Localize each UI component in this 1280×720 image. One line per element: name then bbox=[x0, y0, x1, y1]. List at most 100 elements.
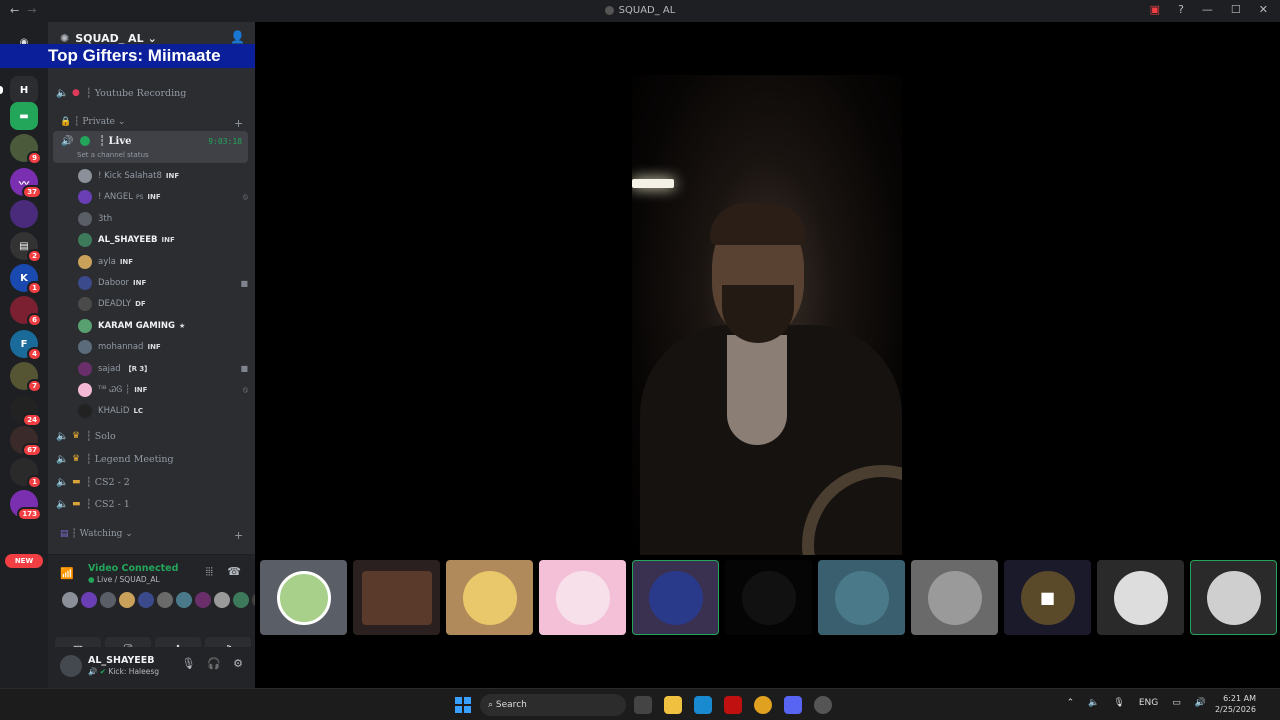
channel-legend-meeting[interactable]: 🔈 ♛ ┆ Legend Meeting bbox=[56, 449, 248, 469]
participant-tile[interactable] bbox=[632, 560, 719, 635]
channel-cs2-2[interactable]: 🔈 ▬ ┆ CS2 - 2 bbox=[56, 472, 248, 492]
widgets-icon[interactable] bbox=[634, 696, 652, 714]
add-user-icon[interactable]: 👤 bbox=[230, 30, 245, 44]
channel-youtube-recording[interactable]: 🔈 ● ┆ Youtube Recording bbox=[56, 83, 248, 103]
avatar[interactable] bbox=[138, 592, 154, 608]
netflix-icon[interactable] bbox=[724, 696, 742, 714]
gear-icon[interactable]: ⚙ bbox=[233, 657, 243, 670]
video-camera-icon: ■ bbox=[1020, 570, 1075, 625]
edge-icon[interactable] bbox=[694, 696, 712, 714]
new-badge[interactable]: NEW bbox=[5, 554, 43, 568]
voice-user[interactable]: 3th bbox=[78, 209, 248, 229]
voice-user[interactable]: KARAM GAMING ★ bbox=[78, 316, 248, 336]
main-video-feed[interactable] bbox=[632, 75, 902, 555]
language-indicator[interactable]: ENG bbox=[1139, 698, 1158, 708]
participant-tile[interactable]: ■ bbox=[1004, 560, 1091, 635]
set-channel-status[interactable]: Set a channel status bbox=[77, 151, 149, 159]
server-item[interactable]: ▤ 2 bbox=[10, 232, 42, 263]
user-name: ᵀᴵᴮ ᏊᎶ ┆ bbox=[98, 385, 131, 395]
avatar[interactable] bbox=[119, 592, 135, 608]
voice-user[interactable]: AL_SHAYEEB INF bbox=[78, 230, 248, 250]
close-button[interactable]: ✕ bbox=[1259, 3, 1268, 16]
server-item[interactable]: 24 bbox=[10, 396, 42, 427]
screen-share-icon[interactable]: ▣ bbox=[1150, 3, 1160, 16]
avatar[interactable] bbox=[176, 592, 192, 608]
voice-user[interactable]: ! Kick Salahat8 INF bbox=[78, 166, 248, 186]
role-tag: INF bbox=[161, 236, 175, 245]
category-watching[interactable]: ▤ ┆ Watching ⌄ + bbox=[60, 529, 243, 542]
taskbar-search[interactable]: ⌕ Search bbox=[480, 694, 626, 716]
microphone-icon[interactable]: 🎙 bbox=[1113, 698, 1124, 708]
soundboard-icon[interactable]: ⦙⦙⦙ bbox=[206, 565, 213, 579]
deafened-icon: ⦸ bbox=[242, 192, 248, 202]
server-item[interactable]: 173 bbox=[10, 490, 42, 521]
voice-user[interactable]: KHALiD LC bbox=[78, 401, 248, 421]
server-item[interactable]: 67 bbox=[10, 426, 42, 457]
participant-tile[interactable] bbox=[818, 560, 905, 635]
role-tag: INF bbox=[119, 257, 134, 266]
channel-cs2-1[interactable]: 🔈 ▬ ┆ CS2 - 1 bbox=[56, 494, 248, 514]
avatar[interactable] bbox=[214, 592, 230, 608]
channel-solo[interactable]: 🔈 ♛ ┆ Solo bbox=[56, 426, 248, 446]
voice-user[interactable]: ayla INF bbox=[78, 252, 248, 272]
chevron-up-icon[interactable]: ⌃ bbox=[1067, 698, 1075, 708]
server-item[interactable]: 1 bbox=[10, 458, 42, 489]
server-item[interactable]: 7 bbox=[10, 362, 42, 393]
volume-icon[interactable]: 🔊 bbox=[1195, 698, 1206, 708]
role-tag: 【R 3】 bbox=[124, 364, 152, 373]
minimize-button[interactable]: — bbox=[1202, 3, 1213, 16]
avatar[interactable] bbox=[195, 592, 211, 608]
voice-user[interactable]: DEADLY DF bbox=[78, 294, 248, 314]
role-tag: DF bbox=[135, 300, 146, 309]
channel-live[interactable]: 🔊 ┆ Live 9:03:18 Set a channel status bbox=[53, 131, 248, 163]
help-icon[interactable]: ? bbox=[1178, 3, 1184, 16]
participant-tile[interactable] bbox=[446, 560, 533, 635]
server-item[interactable]: 6 bbox=[10, 296, 42, 327]
participant-tile[interactable] bbox=[1190, 560, 1277, 635]
server-al[interactable]: H bbox=[0, 76, 38, 104]
voice-channel[interactable]: ● Live / SQUAD_AL bbox=[88, 575, 160, 584]
voice-user[interactable]: sajad 【R 3】 ■ bbox=[78, 359, 248, 379]
avatar[interactable] bbox=[62, 592, 78, 608]
add-channel-icon[interactable]: + bbox=[234, 529, 243, 542]
speaker-icon[interactable]: 🔈 bbox=[1088, 698, 1099, 708]
discord-icon[interactable] bbox=[784, 696, 802, 714]
clock[interactable]: 6:21 AM 2/25/2026 bbox=[1215, 693, 1256, 715]
server-item[interactable]: K1 bbox=[10, 264, 42, 295]
voice-user[interactable]: mohannad INF bbox=[78, 337, 248, 357]
server-item[interactable]: F4 bbox=[10, 330, 42, 361]
server-item[interactable]: 9 bbox=[10, 134, 42, 165]
app-icon[interactable] bbox=[814, 696, 832, 714]
add-channel-icon[interactable]: + bbox=[234, 117, 243, 130]
avatar bbox=[78, 254, 92, 269]
participant-tile[interactable] bbox=[1097, 560, 1184, 635]
display-icon[interactable]: ▭ bbox=[1172, 698, 1181, 708]
server-item[interactable]: 〰 37 bbox=[10, 168, 42, 199]
chrome-icon[interactable] bbox=[754, 696, 772, 714]
participant-tile[interactable] bbox=[353, 560, 440, 635]
disconnect-icon[interactable]: ☎ bbox=[227, 565, 241, 578]
voice-status[interactable]: Video Connected bbox=[88, 563, 178, 574]
headphones-icon[interactable]: 🎧 bbox=[207, 657, 221, 670]
windows-start-icon[interactable] bbox=[455, 697, 471, 713]
folder-icon[interactable]: ▬ bbox=[10, 102, 38, 130]
avatar[interactable] bbox=[81, 592, 97, 608]
avatar[interactable] bbox=[100, 592, 116, 608]
participant-tile[interactable] bbox=[911, 560, 998, 635]
participant-tile[interactable] bbox=[539, 560, 626, 635]
maximize-button[interactable]: ☐ bbox=[1231, 3, 1241, 16]
category-private[interactable]: 🔒 ┆ Private ⌄ + bbox=[60, 117, 243, 130]
voice-user[interactable]: ! ANGEL PS INF ⦸ bbox=[78, 187, 248, 207]
avatar[interactable] bbox=[233, 592, 249, 608]
avatar[interactable] bbox=[157, 592, 173, 608]
microphone-icon[interactable]: 🎙 bbox=[181, 657, 195, 670]
server-settings-icon: ✺ bbox=[60, 31, 70, 45]
file-explorer-icon[interactable] bbox=[664, 696, 682, 714]
avatar[interactable] bbox=[60, 655, 82, 677]
participant-tile[interactable] bbox=[260, 560, 347, 635]
participant-tile[interactable] bbox=[725, 560, 812, 635]
flag-icon: ▬ bbox=[72, 477, 81, 487]
voice-user[interactable]: ᵀᴵᴮ ᏊᎶ ┆ INF ⦸ bbox=[78, 380, 248, 400]
server-item[interactable] bbox=[10, 200, 38, 228]
voice-user[interactable]: Daboor INF ■ bbox=[78, 273, 248, 293]
